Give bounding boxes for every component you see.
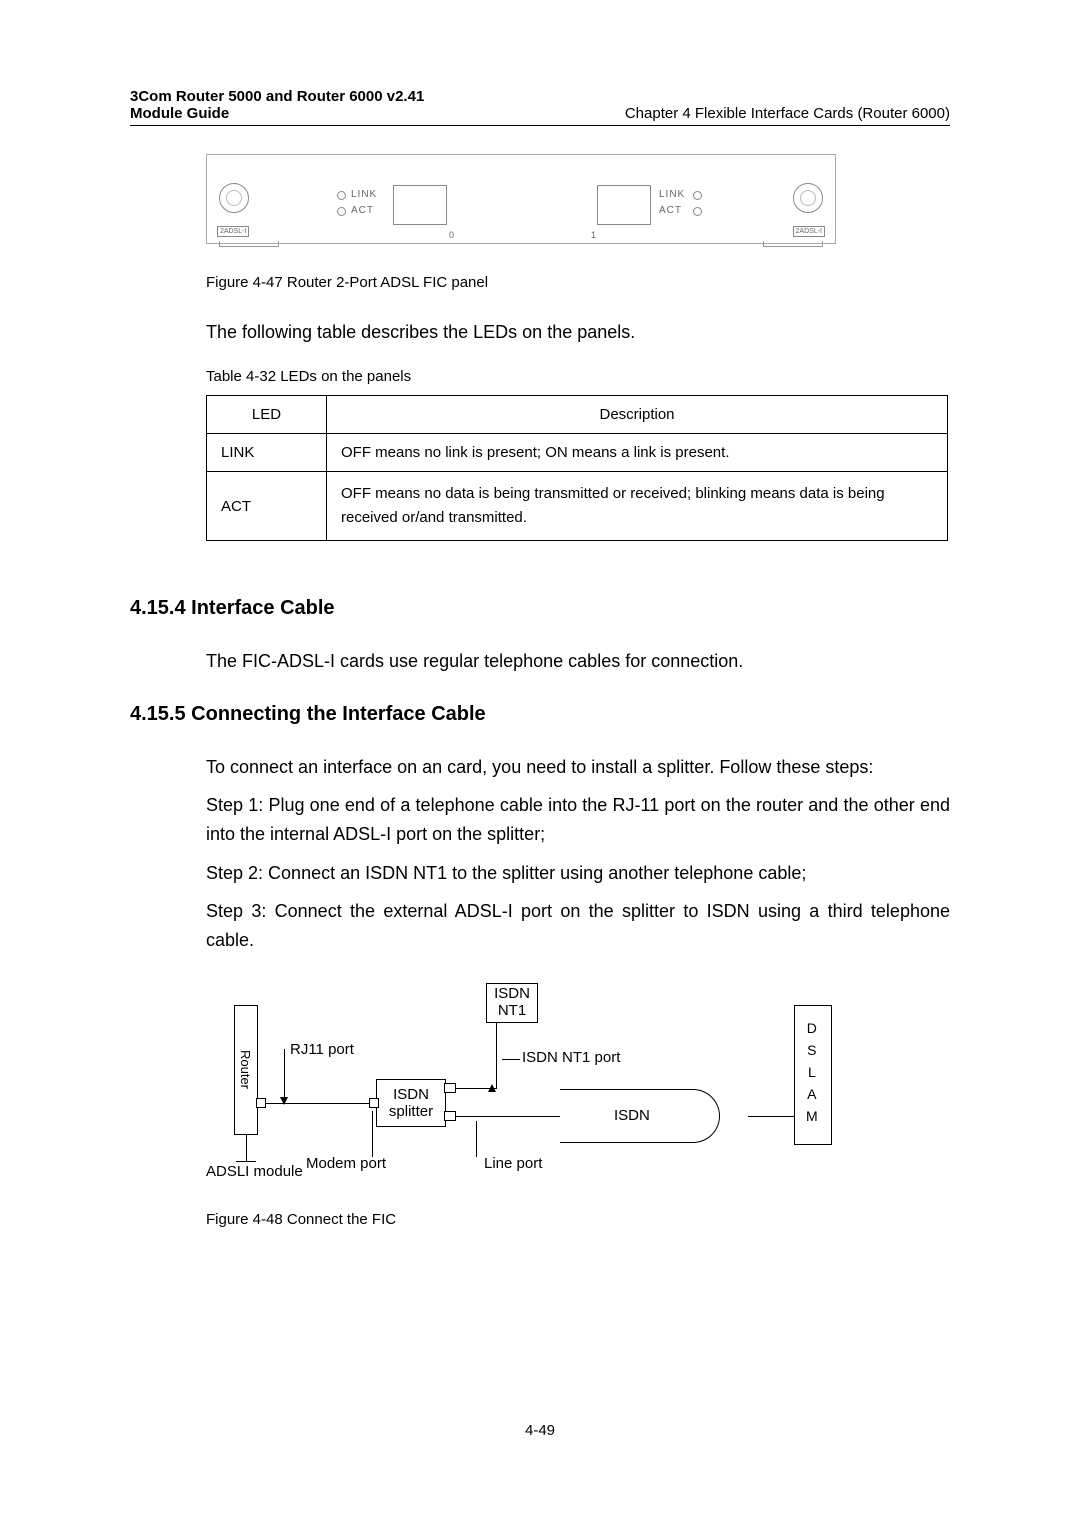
line: [284, 1049, 285, 1099]
dslam-label: D S L A M: [806, 1017, 818, 1128]
p-4-15-4: The FIC-ADSL-I cards use regular telepho…: [206, 648, 950, 675]
port-icon: [369, 1098, 379, 1108]
td-led-link: LINK: [207, 434, 327, 472]
led-icon: [693, 207, 702, 216]
isdn-label: ISDN: [614, 1107, 650, 1124]
panel-label-left: 2ADSL-I: [217, 226, 249, 237]
led-icon: [337, 207, 346, 216]
port-number-1: 1: [591, 230, 596, 240]
led-table: LED Description LINK OFF means no link i…: [206, 395, 948, 541]
rj-port-0: [393, 185, 447, 225]
figure-4-48-caption: Figure 4-48 Connect the FIC: [206, 1211, 950, 1228]
header-right: Chapter 4 Flexible Interface Cards (Rout…: [625, 105, 950, 122]
arrowhead-icon: [488, 1084, 496, 1092]
screw-icon: [793, 183, 823, 213]
fic-panel-figure: 2ADSL-I 2ADSL-I LINK ACT 0 LINK ACT 1: [206, 154, 836, 244]
notch-icon: [219, 241, 279, 247]
td-act-desc: OFF means no data is being transmitted o…: [327, 472, 948, 541]
isdn-nt1-box: ISDN NT1: [486, 983, 538, 1023]
rj11-label: RJ11 port: [290, 1041, 354, 1058]
notch-icon: [763, 241, 823, 247]
table-row: LINK OFF means no link is present; ON me…: [207, 434, 948, 472]
header-divider: [130, 125, 950, 126]
panel-label-right: 2ADSL-I: [793, 226, 825, 237]
line: [476, 1121, 477, 1157]
led-link-label-0: LINK: [351, 189, 377, 200]
td-led-act: ACT: [207, 472, 327, 541]
line: [502, 1059, 520, 1060]
heading-4-15-4: 4.15.4 Interface Cable: [130, 597, 950, 620]
led-icon: [337, 191, 346, 200]
led-icon: [693, 191, 702, 200]
rj-port-1: [597, 185, 651, 225]
td-link-desc: OFF means no link is present; ON means a…: [327, 434, 948, 472]
led-intro-text: The following table describes the LEDs o…: [206, 319, 950, 346]
p-step-1: Step 1: Plug one end of a telephone cabl…: [206, 791, 950, 849]
arrowhead-icon: [280, 1097, 288, 1105]
line: [372, 1111, 373, 1157]
figure-4-47-caption: Figure 4-47 Router 2-Port ADSL FIC panel: [206, 274, 950, 291]
led-act-label-1: ACT: [659, 205, 682, 216]
line: [236, 1161, 256, 1162]
p-step-3: Step 3: Connect the external ADSL-I port…: [206, 897, 950, 955]
led-act-label-0: ACT: [351, 205, 374, 216]
line: [496, 1023, 497, 1089]
screw-icon: [219, 183, 249, 213]
p-step-2: Step 2: Connect an ISDN NT1 to the split…: [206, 859, 950, 888]
line: [258, 1103, 376, 1104]
port-icon: [444, 1083, 456, 1093]
isdn-splitter-box: ISDN splitter: [376, 1079, 446, 1127]
line: [456, 1116, 560, 1117]
router-box: Router: [234, 1005, 258, 1135]
line: [748, 1116, 794, 1117]
line-port-label: Line port: [484, 1155, 542, 1172]
page-number: 4-49: [0, 1422, 1080, 1439]
th-description: Description: [327, 396, 948, 434]
router-label: Router: [236, 1044, 256, 1096]
table-4-32-caption: Table 4-32 LEDs on the panels: [206, 368, 950, 385]
th-led: LED: [207, 396, 327, 434]
port-number-0: 0: [449, 230, 454, 240]
p-4-15-5-intro: To connect an interface on an card, you …: [206, 754, 950, 781]
led-link-label-1: LINK: [659, 189, 685, 200]
adsl-module-label: ADSLI module: [206, 1163, 303, 1180]
header-left-line1: 3Com Router 5000 and Router 6000 v2.41: [130, 88, 950, 105]
modem-port-label: Modem port: [306, 1155, 386, 1172]
port-icon: [256, 1098, 266, 1108]
table-row: ACT OFF means no data is being transmitt…: [207, 472, 948, 541]
connection-diagram: Router ADSLI module RJ11 port ISDN split…: [206, 983, 846, 1189]
line: [246, 1135, 247, 1161]
port-icon: [444, 1111, 456, 1121]
heading-4-15-5: 4.15.5 Connecting the Interface Cable: [130, 703, 950, 726]
header-left-line2: Module Guide: [130, 105, 229, 122]
isdn-nt1-port-label: ISDN NT1 port: [522, 1049, 620, 1066]
